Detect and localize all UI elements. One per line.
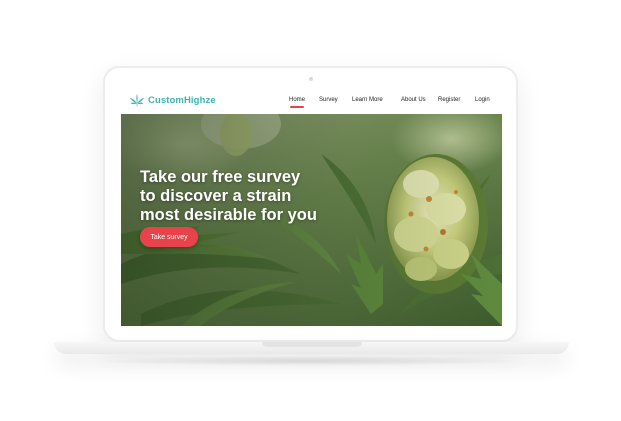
nav-about-us[interactable]: About Us (401, 97, 426, 103)
nav-home[interactable]: Home (289, 97, 305, 108)
laptop-shadow (90, 356, 530, 366)
brand-name: CustomHighze (148, 94, 216, 106)
hero-section: Take our free survey to discover a strai… (121, 114, 502, 326)
laptop-base (54, 342, 569, 354)
nav-survey[interactable]: Survey (319, 97, 338, 103)
laptop-screen: CustomHighze Home Survey Learn More Abou… (121, 88, 502, 326)
navbar: CustomHighze Home Survey Learn More Abou… (121, 88, 502, 114)
hero-title: Take our free survey to discover a strai… (140, 168, 360, 225)
cannabis-leaf-icon (129, 93, 145, 107)
nav-register[interactable]: Register (438, 97, 460, 103)
hero-title-line: to discover a strain (140, 187, 292, 206)
laptop-camera (308, 77, 313, 81)
laptop-hinge-notch (261, 342, 362, 347)
take-survey-label: Take survey (150, 233, 188, 241)
take-survey-button[interactable]: Take survey (140, 227, 198, 247)
nav-learn-more[interactable]: Learn More (352, 97, 383, 103)
nav-login[interactable]: Login (475, 97, 490, 103)
hero-title-line: Take our free survey (140, 168, 301, 187)
brand-logo[interactable]: CustomHighze (129, 92, 216, 108)
hero-title-line: most desirable for you (140, 206, 317, 225)
